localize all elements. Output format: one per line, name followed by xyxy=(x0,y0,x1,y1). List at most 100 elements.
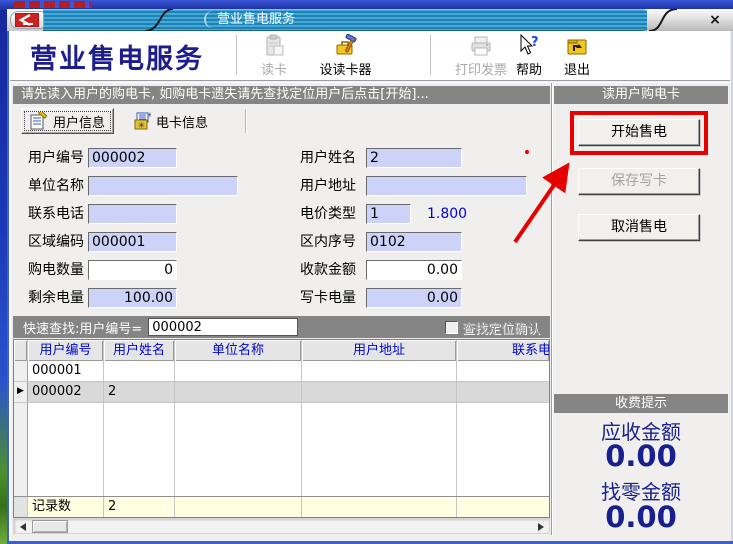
price-type-label: 电价类型 xyxy=(300,204,356,224)
user-info-form: 用户编号 用户姓名 单位名称 用户地址 联系电话 电价类型 1.800 区域编码… xyxy=(13,137,550,313)
phone-label: 联系电话 xyxy=(28,204,84,224)
empty-cell xyxy=(28,403,104,496)
tab-bar: 用户信息 ✳ + 电卡信息 xyxy=(13,107,550,135)
price-type-field[interactable] xyxy=(366,204,411,224)
table-footer: 记录数 2 xyxy=(14,496,549,517)
tab-user-info-label: 用户信息 xyxy=(53,112,105,131)
purchase-qty-label: 购电数量 xyxy=(28,260,84,280)
org-name-field[interactable] xyxy=(88,176,238,196)
empty-cell xyxy=(104,403,175,496)
svg-text:?: ? xyxy=(531,35,539,50)
cell-user-name: 2 xyxy=(104,382,175,402)
col-org-name[interactable]: 单位名称 xyxy=(175,340,302,361)
locate-confirm-checkbox[interactable]: 查找定位确认 xyxy=(445,318,540,337)
toolbar-divider xyxy=(10,80,730,83)
unit-price-value: 1.800 xyxy=(427,204,467,224)
exit-button[interactable]: 退出 xyxy=(554,34,600,78)
set-reader-button[interactable]: 设读卡器 xyxy=(303,34,388,78)
col-phone[interactable]: 联系电话 xyxy=(457,340,549,361)
record-count-label: 记录数 xyxy=(28,497,104,517)
quick-search-input[interactable] xyxy=(148,318,298,336)
table-empty-area xyxy=(14,403,549,496)
close-icon[interactable]: × xyxy=(706,11,724,29)
scroll-right-icon[interactable] xyxy=(533,520,548,533)
row-selector xyxy=(14,361,28,381)
receivable-amount-value: 0.00 xyxy=(554,439,728,473)
write-card-qty-field[interactable] xyxy=(366,288,462,308)
read-card-label: 读卡 xyxy=(261,59,287,78)
selected-row-marker-icon: ▶ xyxy=(14,382,28,402)
cell-user-id: 000001 xyxy=(28,361,104,381)
empty-cell xyxy=(175,403,302,496)
tab-card-info[interactable]: ✳ + 电卡信息 xyxy=(125,108,216,134)
org-name-label: 单位名称 xyxy=(28,176,84,196)
toolbar-separator xyxy=(236,35,238,75)
cell-user-id: 000002 xyxy=(28,382,104,402)
tab-separator xyxy=(245,109,247,133)
phone-field[interactable] xyxy=(88,204,177,224)
table-row[interactable]: 000001 xyxy=(14,361,549,382)
right-panel-header: 读用户购电卡 xyxy=(554,86,728,104)
save-write-card-button[interactable]: 保存写卡 xyxy=(578,168,700,195)
svg-text:✳: ✳ xyxy=(138,121,145,130)
app-logo-icon xyxy=(15,13,39,27)
quick-search-label: 快速查找:用户编号= xyxy=(23,318,142,337)
area-code-label: 区域编码 xyxy=(28,232,84,252)
change-amount-value: 0.00 xyxy=(554,500,728,534)
read-card-button[interactable]: 读卡 xyxy=(248,34,300,78)
locate-confirm-label: 查找定位确认 xyxy=(462,318,540,337)
user-id-field[interactable] xyxy=(88,148,177,168)
window-title: 营业售电服务 xyxy=(217,9,295,31)
footer-selector-cell xyxy=(14,497,28,517)
horizontal-scrollbar[interactable] xyxy=(13,518,550,534)
vertical-divider xyxy=(551,83,553,535)
page-title: 营业售电服务 xyxy=(30,37,204,76)
toolbar-separator xyxy=(430,35,432,75)
col-user-addr[interactable]: 用户地址 xyxy=(302,340,457,361)
table-row-selected[interactable]: ▶ 000002 2 xyxy=(14,382,549,403)
amount-received-field[interactable] xyxy=(366,260,462,280)
row-selector-header xyxy=(14,340,28,361)
help-label: 帮助 xyxy=(516,59,542,78)
cell-user-addr xyxy=(302,382,457,402)
col-user-id[interactable]: 用户编号 xyxy=(28,340,104,361)
notepad-pencil-icon xyxy=(30,112,48,130)
fee-section-header: 收费提示 xyxy=(554,394,728,413)
user-addr-field[interactable] xyxy=(366,176,527,196)
area-seq-label: 区内序号 xyxy=(300,232,356,252)
set-reader-label: 设读卡器 xyxy=(319,59,371,78)
user-name-field[interactable] xyxy=(366,148,462,168)
tab-user-info[interactable]: 用户信息 xyxy=(21,108,114,134)
purchase-qty-field[interactable] xyxy=(88,260,177,280)
cell-phone xyxy=(457,382,549,402)
svg-text:+: + xyxy=(147,112,151,119)
app-logo-plate xyxy=(10,11,44,29)
empty-cell xyxy=(302,497,457,517)
app-window: 营业售电服务 × 营业售电服务 读卡 xyxy=(7,9,733,544)
cell-org-name xyxy=(175,361,302,381)
area-code-field[interactable] xyxy=(88,232,177,252)
col-user-name[interactable]: 用户姓名 xyxy=(104,340,175,361)
area-seq-field[interactable] xyxy=(366,232,462,252)
user-id-label: 用户编号 xyxy=(28,148,84,168)
cancel-sale-button[interactable]: 取消售电 xyxy=(578,214,700,241)
help-button[interactable]: ? 帮助 xyxy=(506,34,552,78)
titlebar[interactable]: 营业售电服务 × xyxy=(7,9,733,31)
table-header: 用户编号 用户姓名 单位名称 用户地址 联系电话 xyxy=(14,340,549,361)
write-card-qty-label: 写卡电量 xyxy=(300,288,356,308)
scroll-left-icon[interactable] xyxy=(15,520,30,533)
start-sale-button[interactable]: 开始售电 xyxy=(578,119,700,146)
remaining-field[interactable] xyxy=(88,288,177,308)
remaining-label: 剩余电量 xyxy=(28,288,84,308)
cell-phone xyxy=(457,361,549,381)
cell-user-addr xyxy=(302,361,457,381)
scrollbar-thumb[interactable] xyxy=(32,520,68,533)
user-name-label: 用户姓名 xyxy=(300,148,356,168)
screen: 营业售电服务 × 营业售电服务 读卡 xyxy=(0,0,733,544)
power-card-icon: ✳ + xyxy=(133,112,151,130)
titlebar-curve-left xyxy=(145,9,175,31)
print-invoice-label: 打印发票 xyxy=(455,59,507,78)
amount-received-label: 收款金额 xyxy=(300,260,356,280)
titlebar-curve-right xyxy=(649,9,679,31)
help-icon: ? xyxy=(516,34,542,58)
